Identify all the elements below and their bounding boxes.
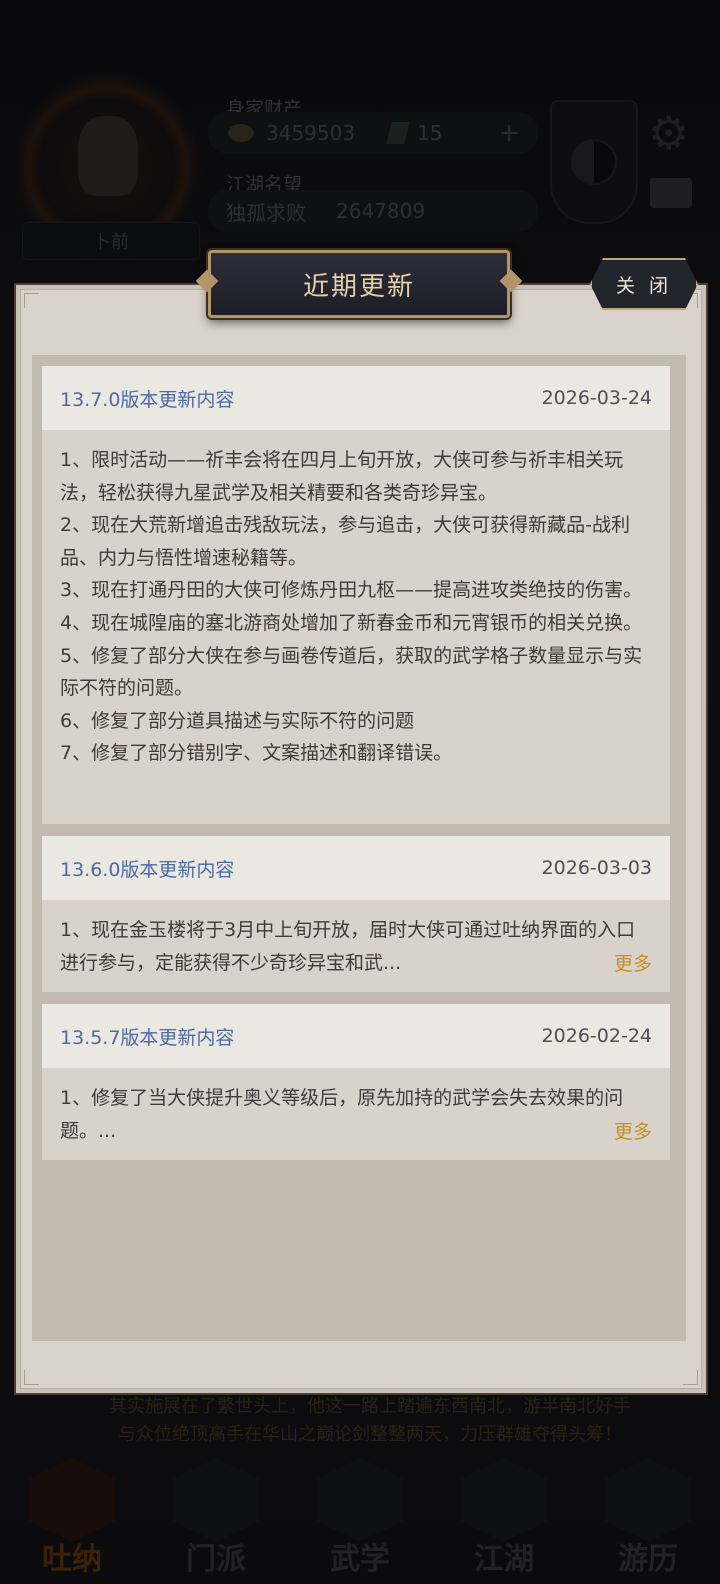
corner-ornament — [24, 1370, 39, 1385]
update-summary: 1、现在金玉楼将于3月中上旬开放，届时大侠可通过吐纳界面的入口进行参与，定能获得… — [60, 919, 636, 974]
update-card-header: 13.5.7版本更新内容 2026-02-24 — [42, 1004, 670, 1068]
modal-title: 近期更新 — [302, 271, 415, 302]
modal-title-plaque: 近期更新 — [208, 250, 510, 318]
update-card-header: 13.7.0版本更新内容 2026-03-24 — [42, 366, 670, 430]
close-button[interactable]: 关 闭 — [590, 258, 698, 310]
update-card-body: 1、修复了当大侠提升奥义等级后，原先加持的武学会失去效果的问题。... — [42, 1068, 670, 1163]
update-summary: 1、修复了当大侠提升奥义等级后，原先加持的武学会失去效果的问题。... — [60, 1087, 624, 1142]
corner-ornament — [24, 293, 39, 308]
update-line: 7、修复了部分错别字、文案描述和翻译错误。 — [60, 742, 453, 765]
more-link[interactable]: 更多 — [614, 949, 652, 976]
update-version-title: 13.5.7版本更新内容 — [60, 1026, 235, 1049]
update-line: 6、修复了部分道具描述与实际不符的问题 — [60, 709, 415, 732]
update-date: 2026-02-24 — [541, 1025, 652, 1047]
more-link[interactable]: 更多 — [614, 1117, 652, 1144]
update-card: 13.5.7版本更新内容 2026-02-24 1、修复了当大侠提升奥义等级后，… — [42, 1004, 670, 1160]
update-card-body: 1、限时活动——祈丰会将在四月上旬开放，大侠可参与祈丰相关玩法，轻松获得九星武学… — [42, 430, 670, 786]
update-version-title: 13.6.0版本更新内容 — [60, 858, 235, 881]
update-line: 5、修复了部分大侠在参与画卷传道后，获取的武学格子数量显示与实际不符的问题。 — [60, 644, 643, 700]
update-line: 1、限时活动——祈丰会将在四月上旬开放，大侠可参与祈丰相关玩法，轻松获得九星武学… — [60, 449, 624, 504]
update-card-body: 1、现在金玉楼将于3月中上旬开放，届时大侠可通过吐纳界面的入口进行参与，定能获得… — [42, 900, 670, 995]
update-date: 2026-03-24 — [541, 387, 652, 409]
update-card-header: 13.6.0版本更新内容 2026-03-03 — [42, 836, 670, 900]
update-line: 2、现在大荒新增追击残敌玩法，参与追击，大侠可获得新藏品-战利品、内力与悟性增速… — [60, 514, 630, 569]
corner-ornament — [683, 1370, 698, 1385]
update-line: 4、现在城隍庙的塞北游商处增加了新春金币和元宵银币的相关兑换。 — [60, 611, 643, 634]
update-line: 3、现在打通丹田的大侠可修炼丹田九枢——提高进攻类绝技的伤害。 — [60, 579, 643, 602]
update-version-title: 13.7.0版本更新内容 — [60, 388, 235, 411]
update-card: 13.7.0版本更新内容 2026-03-24 1、限时活动——祈丰会将在四月上… — [42, 366, 670, 824]
update-date: 2026-03-03 — [541, 857, 652, 879]
update-card: 13.6.0版本更新内容 2026-03-03 1、现在金玉楼将于3月中上旬开放… — [42, 836, 670, 992]
